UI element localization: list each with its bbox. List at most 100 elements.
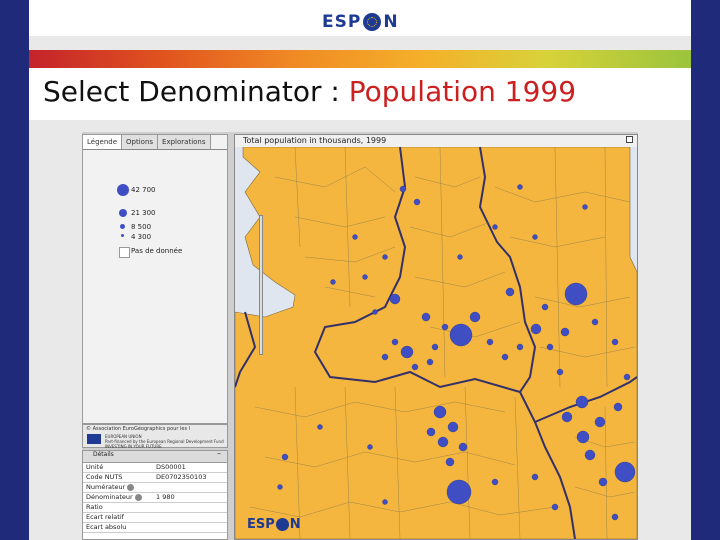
header-bar: ESP N	[29, 0, 691, 36]
population-circle	[614, 461, 636, 483]
population-circle	[541, 303, 549, 311]
population-circle	[372, 309, 378, 315]
population-circle	[469, 311, 481, 323]
logo-text-right: N	[383, 12, 399, 32]
details-row: Ecart relatif	[83, 513, 227, 523]
population-circle	[391, 338, 399, 346]
details-key: Dénominateur	[83, 493, 156, 502]
details-row: Dénominateur 1 980	[83, 493, 227, 503]
population-circle	[330, 279, 336, 285]
details-value: 1 980	[156, 493, 175, 501]
legend-label: 4 300	[131, 233, 152, 241]
tab-explorations[interactable]: Explorations	[158, 135, 211, 149]
population-circle	[532, 234, 538, 240]
minimize-icon[interactable]: –	[217, 449, 221, 458]
tab-legende[interactable]: Légende	[83, 135, 123, 149]
eu-stars-icon	[363, 13, 382, 31]
map-maximize-icon[interactable]	[626, 136, 633, 143]
population-circle	[594, 416, 606, 428]
denominator-select-icon[interactable]	[134, 493, 142, 501]
population-circle	[591, 318, 599, 326]
population-circle	[551, 503, 559, 511]
population-circle	[611, 513, 619, 521]
population-circle	[426, 358, 434, 366]
legend-item: 4 300	[115, 233, 235, 247]
population-circle	[433, 405, 447, 419]
map-espon-logo: ESP N	[247, 517, 301, 532]
details-key: Ecart relatif	[86, 513, 124, 521]
population-circle	[584, 449, 596, 461]
zoom-slider[interactable]	[259, 215, 263, 355]
population-circle	[530, 323, 542, 335]
logo-text-left: ESP	[322, 12, 362, 32]
population-circle	[546, 343, 554, 351]
details-key-text: Dénominateur	[86, 493, 133, 501]
population-circle	[575, 395, 589, 409]
details-value	[156, 513, 227, 522]
population-circle	[441, 323, 449, 331]
details-header[interactable]: Détails –	[83, 449, 227, 463]
credit-box: © Association EuroGéographics pour les l…	[82, 424, 228, 449]
legend-label: Pas de donnée	[131, 247, 183, 255]
population-circle	[381, 353, 389, 361]
population-circle	[611, 338, 619, 346]
population-circle	[582, 204, 588, 210]
details-key: Numérateur	[83, 483, 156, 492]
population-circle	[491, 478, 499, 486]
population-circle	[400, 345, 414, 359]
details-value	[156, 483, 227, 492]
map-canvas[interactable]	[235, 147, 637, 539]
tab-options[interactable]: Options	[122, 135, 159, 149]
population-circle	[382, 254, 388, 260]
land-mass	[235, 147, 637, 539]
details-value	[156, 503, 227, 512]
legend-label: 8 500	[131, 223, 152, 231]
slide: ESP N Select Denominator : Population 19…	[29, 0, 691, 540]
eu-flag-icon	[87, 434, 101, 444]
details-row: Code NUTS DE0702350103	[83, 473, 227, 483]
population-circle	[613, 402, 623, 412]
population-circle	[421, 312, 431, 322]
map-logo-left: ESP	[247, 517, 275, 532]
legend-circle-icon	[117, 184, 129, 196]
population-circle	[531, 473, 539, 481]
population-circle	[445, 457, 455, 467]
panel-tabs: Légende Options Explorations	[83, 135, 227, 150]
details-key: Ratio	[86, 503, 103, 511]
population-circle	[560, 327, 570, 337]
app-screenshot: Légende Options Explorations 42 700 21 3…	[82, 132, 638, 540]
numerator-select-icon[interactable]	[127, 483, 135, 491]
population-circle	[437, 436, 449, 448]
details-value	[156, 523, 227, 532]
details-title: Détails	[93, 451, 114, 458]
population-circle	[382, 499, 388, 505]
title-highlight: Population 1999	[348, 75, 577, 108]
legend-item: 42 700	[115, 184, 235, 199]
details-row: Numérateur	[83, 483, 227, 493]
details-key: Code NUTS	[86, 473, 123, 481]
population-circle	[411, 363, 419, 371]
details-value: DS00001	[156, 463, 186, 471]
population-circle	[556, 368, 564, 376]
eu-stars-icon	[275, 518, 289, 531]
population-circle	[486, 338, 494, 346]
population-circle	[501, 353, 509, 361]
legend-item-nodata: Pas de donnée	[115, 247, 235, 261]
population-circle	[576, 430, 590, 444]
details-row: Ratio	[83, 503, 227, 513]
population-circle	[516, 343, 524, 351]
details-key-text: Numérateur	[86, 483, 126, 491]
title-prefix: Select Denominator :	[43, 75, 349, 108]
population-circle	[431, 343, 439, 351]
population-circle	[517, 184, 523, 190]
population-circle	[564, 282, 588, 306]
population-circle	[598, 477, 608, 487]
slide-title: Select Denominator : Population 1999	[43, 75, 576, 108]
population-circle	[457, 254, 463, 260]
population-circle	[458, 442, 468, 452]
population-circle	[277, 484, 283, 490]
population-circle	[449, 323, 473, 347]
population-circle	[447, 421, 459, 433]
legend-item: 21 300	[115, 209, 235, 223]
nodata-swatch-icon	[119, 247, 130, 258]
